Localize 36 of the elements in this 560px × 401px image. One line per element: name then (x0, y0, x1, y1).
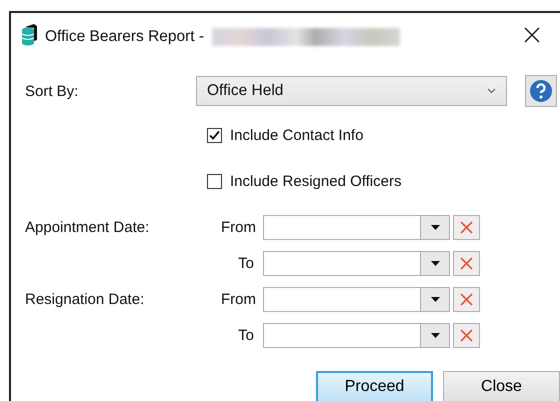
checkbox[interactable] (207, 174, 222, 188)
dropdown-arrow-icon[interactable] (430, 225, 440, 230)
date-field[interactable] (263, 287, 450, 312)
close-icon[interactable] (524, 27, 540, 43)
checkbox-label: Include Contact Info (230, 126, 364, 144)
close-icon (460, 221, 473, 234)
field-label: Appointment Date: (25, 219, 150, 236)
date-field[interactable] (263, 323, 450, 348)
clear-date-button[interactable] (453, 287, 480, 312)
help-button[interactable] (525, 75, 557, 107)
dropdown-arrow-icon[interactable] (430, 261, 440, 266)
clear-date-button[interactable] (453, 215, 480, 240)
dropdown-arrow-icon[interactable] (430, 333, 440, 338)
sort-label: Sort By: (25, 82, 80, 100)
help-icon (529, 79, 553, 103)
close-icon (460, 257, 473, 270)
field-label: From (220, 219, 257, 236)
clear-date-button[interactable] (453, 323, 480, 348)
field-label: To (237, 255, 255, 272)
date-field[interactable] (263, 251, 450, 276)
field-label: From (220, 291, 257, 308)
chevron-icon (487, 88, 496, 94)
window-title: Office Bearers Report - (45, 28, 204, 46)
close-icon (460, 293, 473, 306)
close-icon (460, 329, 473, 342)
field-label: Resignation Date: (25, 291, 146, 308)
sort-dropdown[interactable]: Office Held (196, 76, 507, 106)
date-field[interactable] (263, 215, 450, 240)
field-label: To (237, 327, 255, 344)
checkbox-label: Include Resigned Officers (230, 172, 402, 190)
checkbox[interactable] (207, 128, 222, 142)
dialog-button[interactable]: Close (443, 371, 560, 401)
clear-date-button[interactable] (453, 251, 480, 276)
dialog-button[interactable]: Proceed (316, 371, 433, 401)
database-icon (21, 24, 37, 46)
dropdown-arrow-icon[interactable] (430, 297, 440, 302)
